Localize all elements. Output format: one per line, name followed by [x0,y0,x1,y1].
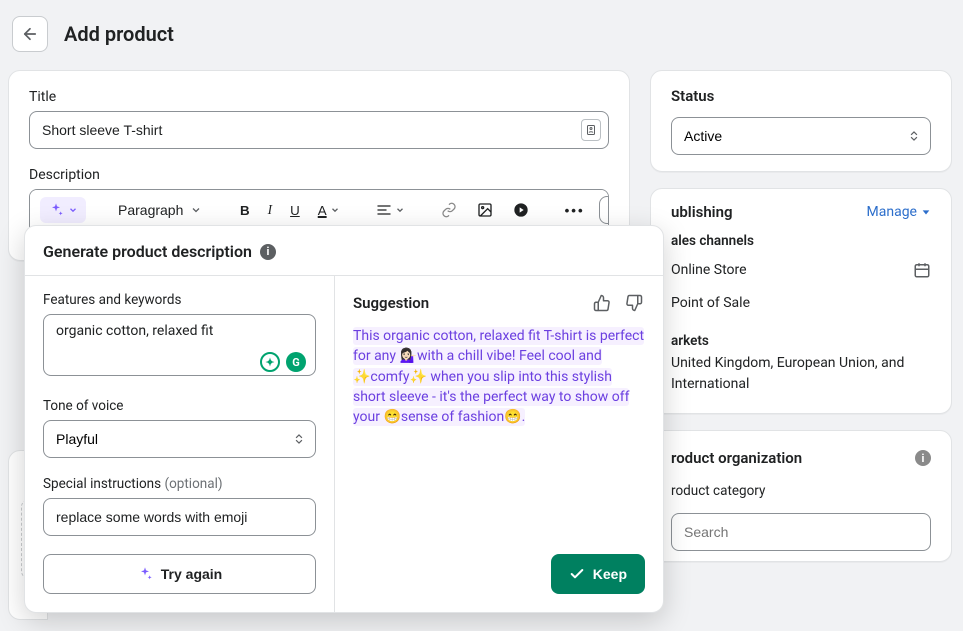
video-button[interactable] [507,197,535,223]
html-view-button[interactable] [599,196,609,224]
code-icon [608,202,609,218]
markets-label: arkets [671,333,931,349]
paragraph-style-select[interactable]: Paragraph [110,198,210,222]
suggestion-text[interactable]: This organic cotton, relaxed fit T-shirt… [353,327,644,426]
status-heading: Status [671,87,931,105]
title-input[interactable] [29,111,609,149]
special-instructions-input[interactable] [43,498,316,536]
underline-button[interactable]: U [284,198,306,223]
calendar-icon[interactable] [913,261,931,279]
italic-button[interactable]: I [262,197,278,223]
channel-online-store: Online Store [671,253,931,287]
info-icon[interactable]: i [915,450,931,466]
product-category-search[interactable] [671,513,931,551]
ellipsis-icon: ••• [565,203,585,218]
tone-label: Tone of voice [43,398,316,414]
sparkle-icon [48,202,64,218]
status-select[interactable]: Active [671,117,931,155]
link-icon [441,202,457,218]
manage-publishing-button[interactable]: Manage [867,204,931,220]
thumbs-up-icon [593,294,611,312]
align-button[interactable] [370,197,411,223]
sales-channels-label: ales channels [671,233,931,249]
keep-button[interactable]: Keep [551,554,645,594]
link-button[interactable] [435,197,463,223]
arrow-left-icon [21,25,39,43]
chevron-down-icon [395,205,405,215]
grammar-badge-icon[interactable]: ✦ [260,352,280,372]
product-category-label: roduct category [671,483,931,499]
contact-card-icon [581,119,601,141]
bold-button[interactable]: B [234,198,256,223]
more-button[interactable]: ••• [559,198,591,223]
generate-description-panel: Generate product description i Features … [24,225,664,613]
thumbs-down-button[interactable] [623,292,645,314]
chevron-down-icon [68,205,78,215]
features-label: Features and keywords [43,292,316,308]
markets-text: United Kingdom, European Union, and Inte… [671,353,931,395]
suggestion-text-wrap: This organic cotton, relaxed fit T-shirt… [353,326,645,427]
image-button[interactable] [471,197,499,223]
play-circle-icon [513,202,529,218]
publishing-heading: ublishing [671,203,733,221]
page-title: Add product [64,22,174,46]
tone-select[interactable]: Playful [43,420,316,458]
organization-card: roduct organization i roduct category [650,430,952,562]
caret-down-icon [921,207,931,217]
title-label: Title [29,89,609,105]
info-icon[interactable]: i [260,244,276,260]
thumbs-up-button[interactable] [591,292,613,314]
text-color-button[interactable]: A [312,198,346,223]
sparkle-icon [137,566,153,582]
status-card: Status Active [650,70,952,172]
publishing-card: ublishing Manage ales channels Online St… [650,188,952,414]
channel-point-of-sale: Point of Sale [671,287,931,319]
description-label: Description [29,167,609,183]
chevron-down-icon [330,205,340,215]
organization-heading: roduct organization [671,449,802,467]
align-left-icon [376,202,392,218]
special-instructions-label: Special instructions (optional) [43,476,316,492]
thumbs-down-icon [625,294,643,312]
grammarly-icon[interactable]: G [286,352,306,372]
image-icon [477,202,493,218]
check-icon [569,566,585,582]
generator-heading: Generate product description [43,242,252,261]
suggestion-label: Suggestion [353,294,429,312]
back-button[interactable] [12,16,48,52]
try-again-button[interactable]: Try again [43,554,316,594]
ai-generate-button[interactable] [40,197,86,223]
